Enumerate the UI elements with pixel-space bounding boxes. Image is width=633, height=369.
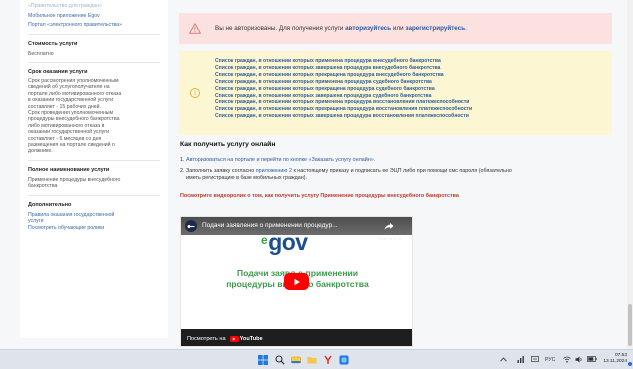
step-2-text-c: иметь регистрацию в базе мобильных гражд… [186, 175, 308, 181]
sidebar-link-egov-portal[interactable]: Портал «электронного правительства» [28, 22, 160, 29]
bankruptcy-lists: Список граждан, в отношении которых прим… [215, 58, 472, 120]
youtube-video-embed[interactable]: Подачи заявления о применении процедур..… [180, 216, 413, 347]
yandex-browser-icon[interactable] [322, 354, 333, 365]
page-scrollbar[interactable] [627, 0, 633, 349]
search-icon[interactable] [274, 354, 285, 365]
file-explorer-icon[interactable] [306, 354, 317, 365]
login-link[interactable]: авторизуйтесь [345, 25, 391, 32]
list-link[interactable]: Список граждан, в отношении которых заве… [215, 65, 472, 72]
chevron-up-icon[interactable] [500, 356, 507, 364]
cost-value: Бесплатно [28, 50, 54, 57]
list-link[interactable]: Список граждан, в отношении которых прек… [215, 86, 472, 93]
auth-text-before: Вы не авторизованы. Для получения услуги [215, 25, 346, 32]
term-text: Срок рассмотрения уполномоченным сведени… [28, 78, 160, 155]
notification-icon[interactable] [628, 362, 632, 366]
scrollbar-thumb[interactable] [628, 304, 632, 346]
left-sidebar: «Правительство для граждан» Мобильное пр… [20, 0, 168, 338]
youtube-play-icon [229, 335, 239, 342]
term-heading: Срок оказания услуги [28, 68, 88, 75]
bankruptcy-lists-box: i Список граждан, в отношении которых пр… [179, 51, 612, 135]
list-link[interactable]: Список граждан, в отношении которых прим… [215, 58, 472, 65]
share-button[interactable]: Поделиться [374, 218, 404, 241]
term-line: должнике. [28, 148, 53, 155]
browser-page: «Правительство для граждан» Мобильное пр… [0, 0, 633, 349]
divider [28, 159, 160, 161]
egov-logo-e: e [261, 233, 268, 247]
step-1-link[interactable]: Авторизоваться на портале и перейти по к… [186, 157, 375, 163]
auth-text-mid: или [391, 25, 406, 32]
watch-on-label: Посмотреть на [187, 335, 226, 342]
network-icon[interactable] [517, 355, 525, 365]
clock-date: 13.11.2024 [603, 359, 627, 365]
auth-alert: Вы не авторизованы. Для получения услуги… [179, 13, 612, 44]
list-link[interactable]: Список граждан, в отношении которых прим… [215, 79, 472, 86]
howto-title: Как получить услугу онлайн [180, 141, 276, 148]
auth-alert-text: Вы не авторизованы. Для получения услуги… [215, 25, 467, 32]
play-button[interactable] [284, 273, 309, 290]
step-number: 2. [180, 168, 185, 174]
warning-triangle-icon [189, 23, 201, 34]
divider [28, 61, 160, 63]
share-icon [384, 218, 394, 236]
list-link[interactable]: Список граждан, в отношении которых прек… [215, 72, 472, 79]
egov-logo: egov [261, 229, 308, 256]
volume-icon[interactable] [575, 356, 583, 365]
wifi-icon[interactable] [563, 356, 572, 365]
step-number: 1. [180, 157, 185, 163]
task-view-icon[interactable] [290, 354, 301, 365]
battery-icon[interactable] [587, 356, 597, 364]
language-indicator[interactable]: РУС [545, 357, 555, 363]
divider [28, 194, 160, 196]
video-label: Посмотрите видеоролик о том, как получит… [180, 193, 459, 199]
egov-logo-gov: gov [268, 229, 308, 255]
step-2: 2. Заполнить заявку согласно приложению … [180, 168, 560, 182]
youtube-logo[interactable]: YouTube [229, 335, 263, 342]
edge-icon[interactable] [338, 354, 349, 365]
windows-taskbar: РУС 07:53 13.11.2024 [0, 349, 633, 369]
watch-on-youtube-bar[interactable]: Посмотреть на YouTube [181, 329, 412, 346]
play-icon [293, 273, 301, 291]
step-2-text-b: к настоящему приказу и подписать ее ЭЦП … [291, 168, 512, 174]
step-2-text-a: Заполнить заявку согласно [186, 168, 256, 174]
sidebar-link-tutorials[interactable]: Посмотреть обучающие ролики [28, 225, 160, 232]
share-label: Поделиться [376, 236, 402, 241]
system-tray: РУС [500, 350, 597, 369]
fullname-heading: Полное наименование услуги [28, 166, 110, 173]
info-circle-icon: i [190, 88, 200, 98]
clock[interactable]: 07:53 13.11.2024 [597, 353, 627, 365]
divider [28, 33, 160, 35]
auth-text-after: . [465, 25, 467, 32]
windows-start-icon[interactable] [257, 354, 268, 365]
youtube-wordmark: YouTube [239, 335, 263, 342]
cost-heading: Стоимость услуги [28, 40, 78, 47]
step-1: 1. Авторизоваться на портале и перейти п… [180, 157, 560, 164]
list-link[interactable]: Список граждан, в отношении которых заве… [215, 113, 472, 120]
register-link[interactable]: зарегистрируйтесь [405, 25, 465, 32]
keyboard-icon[interactable] [531, 356, 539, 364]
extra-heading: Дополнительно [28, 201, 72, 208]
main-content: Вы не авторизованы. Для получения услуги… [177, 0, 620, 349]
fullname-line: банкротства [28, 183, 58, 190]
appendix-2-link[interactable]: приложению 2 [256, 168, 292, 174]
video-title[interactable]: Подачи заявления о применении процедур..… [202, 222, 338, 229]
channel-avatar[interactable] [185, 220, 197, 232]
